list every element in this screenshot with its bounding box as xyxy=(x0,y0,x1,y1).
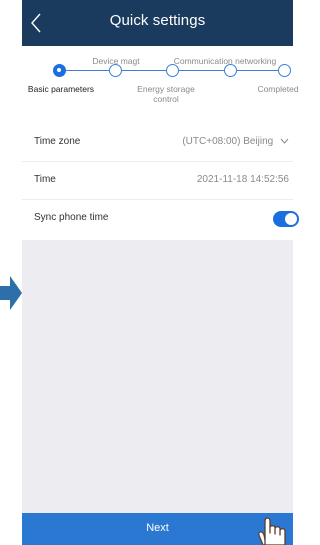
header-bar: Quick settings xyxy=(22,0,293,46)
sync-phone-time-row: Sync phone time xyxy=(22,200,299,238)
step-connector xyxy=(122,70,166,71)
step-label-energy-storage-control: Energy storage control xyxy=(137,84,195,104)
progress-stepper: Basic parameters Device magt Energy stor… xyxy=(22,46,299,120)
sync-phone-time-label: Sync phone time xyxy=(34,212,109,223)
step-label-communication-networking: Communication networking xyxy=(173,56,277,66)
step-label-device-magt: Device magt xyxy=(92,56,140,66)
quick-settings-screen: Quick settings Basic parameters Device m… xyxy=(0,0,299,545)
time-zone-value: (UTC+08:00) Beijing xyxy=(182,136,274,147)
page-title: Quick settings xyxy=(109,12,206,29)
step-connector xyxy=(237,70,282,71)
step-connector xyxy=(66,70,109,71)
time-zone-value-wrap[interactable]: (UTC+08:00) Beijing xyxy=(182,136,289,147)
step-label-basic-parameters: Basic parameters xyxy=(27,84,95,94)
time-label: Time xyxy=(34,174,56,185)
time-value: 2021-11-18 14:52:56 xyxy=(196,174,289,185)
chevron-down-icon xyxy=(280,139,289,145)
settings-list: Time zone (UTC+08:00) Beijing Time 2021-… xyxy=(22,124,299,238)
step-dot-basic-parameters xyxy=(53,64,66,77)
step-label-completed: Completed xyxy=(257,84,299,94)
sync-phone-time-toggle[interactable] xyxy=(273,211,299,227)
time-row[interactable]: Time 2021-11-18 14:52:56 xyxy=(22,162,293,200)
time-zone-row[interactable]: Time zone (UTC+08:00) Beijing xyxy=(22,124,293,162)
time-zone-label: Time zone xyxy=(34,136,81,147)
pointing-hand-icon xyxy=(258,517,286,545)
right-arrow-icon xyxy=(0,276,22,310)
step-connector xyxy=(179,70,224,71)
toggle-knob xyxy=(285,213,297,225)
empty-content-area xyxy=(22,240,293,513)
